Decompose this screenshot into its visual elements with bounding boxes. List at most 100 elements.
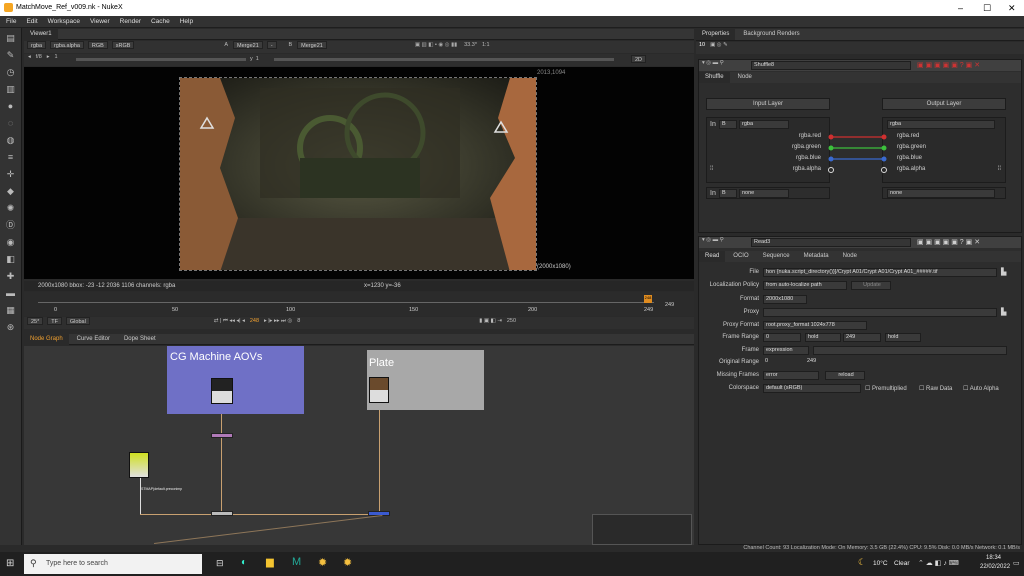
ratio-value[interactable]: 1:1	[482, 42, 490, 48]
folder-icon[interactable]: ▙	[1001, 268, 1006, 276]
merge-node-1[interactable]	[211, 511, 233, 516]
plugins-icon[interactable]: ⊛	[5, 322, 17, 332]
close-button[interactable]: ✕	[1008, 3, 1016, 14]
drag-handle-icon[interactable]: ⁞⁞	[998, 166, 1001, 172]
shuffle-routing-lines[interactable]	[823, 130, 893, 180]
tab-read[interactable]: Read	[699, 251, 726, 262]
read-name-field[interactable]: Read3	[751, 238, 911, 247]
time-icon[interactable]: ◷	[5, 67, 17, 77]
maximize-button[interactable]: ☐	[983, 3, 991, 14]
frame-expression-field[interactable]	[813, 346, 1007, 355]
nodegraph-navigator[interactable]	[592, 514, 692, 545]
panel-header-buttons[interactable]: ▣ ▣ ▣ ▣ ▣ ? ▣ ✕	[917, 61, 980, 69]
tab-properties[interactable]: Properties	[696, 29, 736, 40]
view-mode-select[interactable]: 2D	[631, 55, 647, 63]
nuke-taskbar-icon-2[interactable]: ✹	[343, 556, 352, 569]
backdrop-plate[interactable]: Plate	[367, 350, 484, 410]
a-input-select[interactable]: Merge21	[233, 41, 263, 49]
wipe-mode-select[interactable]: -	[266, 41, 277, 49]
merge-icon[interactable]: ≡	[5, 152, 17, 162]
task-view-icon[interactable]: ⊟	[216, 558, 224, 569]
panel-header-icons[interactable]: ▾ ◎ ▬ ⚲	[702, 237, 724, 243]
out-layer-select[interactable]: rgba	[887, 120, 995, 129]
nuke-taskbar-icon[interactable]: ✹	[318, 556, 327, 569]
gamma-slider[interactable]	[274, 58, 614, 61]
other-icon[interactable]: ▬	[5, 288, 17, 298]
tray-icons[interactable]: ⌃ ☁ ◧ ♪ ⌨	[918, 559, 959, 567]
colorspace-select[interactable]: default (sRGB)	[763, 384, 861, 393]
backdrop-cg-machine-aovs[interactable]: CG Machine AOVs	[167, 346, 304, 414]
drag-handle-icon[interactable]: ⁞⁞	[710, 166, 713, 172]
auto-alpha-checkbox[interactable]: ☐ Auto Alpha	[963, 385, 999, 392]
image-icon[interactable]: ▤	[5, 33, 17, 43]
playback-mode-icons[interactable]: ▮ ▣ ◧ ⇥	[479, 318, 502, 324]
windows-start-icon[interactable]: ⊞	[6, 558, 14, 569]
weather-condition[interactable]: Clear	[894, 560, 910, 567]
current-frame-marker[interactable]: 248	[644, 295, 652, 303]
increment-field[interactable]: 8	[297, 318, 300, 324]
menu-edit[interactable]: Edit	[26, 16, 37, 28]
tab-background-renders[interactable]: Background Renders	[737, 29, 805, 40]
reload-button[interactable]: reload	[825, 371, 865, 380]
missing-frames-select[interactable]: error	[763, 371, 819, 380]
menu-viewer[interactable]: Viewer	[90, 16, 110, 28]
shuffle-node-selected[interactable]	[211, 433, 233, 438]
b-input-select[interactable]: Merge21	[297, 41, 327, 49]
deep-icon[interactable]: Ⓓ	[5, 220, 17, 230]
fstop-value[interactable]: f/8	[36, 54, 42, 60]
max-panels-field[interactable]: 10	[699, 42, 705, 48]
in-layer-select[interactable]: rgba	[739, 120, 789, 129]
fstop-right-icon[interactable]: ▸	[47, 54, 50, 60]
tab-dope-sheet[interactable]: Dope Sheet	[118, 334, 162, 345]
edge-icon[interactable]: ◐	[241, 557, 247, 568]
weather-temp[interactable]: 10°C	[873, 560, 888, 567]
frame-range-start-mode[interactable]: hold	[805, 333, 841, 342]
folder-icon[interactable]: ▙	[1001, 308, 1006, 316]
channel-icon[interactable]: ▥	[5, 84, 17, 94]
proxy-format-select[interactable]: root.proxy_format 1024x778	[763, 321, 867, 330]
playback-forward-icons[interactable]: ▸ |▸ ▸▸ ⏭ ◎	[264, 318, 292, 325]
toolsets-icon[interactable]: ✚	[5, 271, 17, 281]
read-node-plate[interactable]	[369, 377, 389, 403]
frame-range-start[interactable]: 0	[763, 333, 801, 342]
shuffle-name-field[interactable]: Shuffle8	[751, 61, 911, 70]
views-icon[interactable]: ◉	[5, 237, 17, 247]
tab-shuffle[interactable]: Shuffle	[699, 72, 730, 83]
end-frame-field[interactable]: 250	[507, 318, 516, 324]
read-node-cg[interactable]	[211, 378, 233, 404]
menu-cache[interactable]: Cache	[151, 16, 170, 28]
tab-viewer1[interactable]: Viewer1	[24, 29, 58, 40]
particles-icon[interactable]: ✺	[5, 203, 17, 213]
taskbar-search[interactable]: ⚲ Type here to search	[24, 554, 202, 574]
tab-node-graph[interactable]: Node Graph	[24, 334, 69, 345]
tf-select[interactable]: TF	[47, 317, 62, 325]
playback-first-icons[interactable]: ⇄ | ⏮ ◂◂ ◂| ◂	[214, 318, 245, 325]
fstop-left-icon[interactable]: ◂	[28, 54, 31, 60]
keyer-icon[interactable]: ◍	[5, 135, 17, 145]
global-select[interactable]: Global	[65, 317, 90, 325]
channels-select[interactable]: rgba	[27, 41, 47, 49]
3d-icon[interactable]: ◆	[5, 186, 17, 196]
raw-data-checkbox[interactable]: ☐ Raw Data	[919, 385, 952, 392]
tab-metadata[interactable]: Metadata	[798, 251, 835, 262]
tab-ocio[interactable]: OCIO	[727, 251, 754, 262]
proxy-field[interactable]	[763, 308, 997, 317]
gain-slider[interactable]	[76, 58, 246, 61]
draw-icon[interactable]: ✎	[5, 50, 17, 60]
frame-range-end[interactable]: 249	[843, 333, 881, 342]
tab-shuffle-node[interactable]: Node	[732, 72, 758, 83]
menu-render[interactable]: Render	[120, 16, 141, 28]
clock-date[interactable]: 22/02/2022	[980, 564, 1010, 570]
in-b-select[interactable]: B	[719, 120, 737, 129]
current-frame-field[interactable]: 248	[250, 318, 259, 324]
furnace-icon[interactable]: ▦	[5, 305, 17, 315]
notification-icon[interactable]: ▭	[1013, 559, 1020, 567]
alpha-select[interactable]: rgba.alpha	[49, 41, 84, 49]
menu-file[interactable]: File	[6, 16, 16, 28]
fps-select[interactable]: 25*	[27, 317, 44, 325]
transform-icon[interactable]: ✛	[5, 169, 17, 179]
stmap-node[interactable]	[129, 452, 149, 478]
file-field[interactable]: hon {nuka.script_directory()}]/Crypt A01…	[763, 268, 997, 277]
in2-b-select[interactable]: B	[719, 189, 737, 198]
format-select[interactable]: 2000x1080	[763, 295, 807, 304]
